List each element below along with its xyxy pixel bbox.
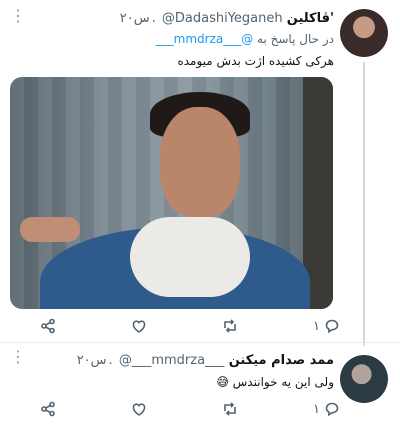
more-icon[interactable]: ⋮ bbox=[10, 347, 27, 366]
more-icon[interactable]: ⋮ bbox=[10, 6, 27, 25]
share-button[interactable] bbox=[40, 401, 56, 417]
like-icon bbox=[132, 320, 146, 333]
reply-icon bbox=[325, 319, 339, 334]
reply-icon bbox=[325, 402, 339, 417]
retweet-icon bbox=[224, 402, 236, 416]
reply-prefix: در حال پاسخ به bbox=[257, 32, 334, 46]
reply-mention[interactable]: @___mmdrza___ bbox=[156, 32, 254, 46]
retweet-icon bbox=[224, 319, 236, 333]
tweet-text: هرکی کشیده اژت بدش میومده bbox=[177, 54, 334, 68]
tweet-actions: ۱ bbox=[40, 318, 340, 334]
share-icon bbox=[41, 318, 55, 334]
tweet-media-image[interactable] bbox=[10, 77, 333, 309]
like-icon bbox=[132, 403, 146, 416]
tweet-actions: ۱ bbox=[40, 401, 340, 417]
reply-count: ۱ bbox=[313, 401, 320, 417]
retweet-button[interactable] bbox=[222, 318, 238, 334]
avatar[interactable] bbox=[340, 355, 388, 403]
like-button[interactable] bbox=[131, 401, 147, 417]
tweet-author-name[interactable]: ڤاکلین' bbox=[287, 11, 334, 26]
reply-context: در حال پاسخ به @___mmdrza___ bbox=[156, 32, 334, 46]
thread-line bbox=[363, 62, 365, 346]
tweet-text-content: ولی این یه خوانندس bbox=[232, 375, 334, 389]
avatar[interactable] bbox=[340, 9, 388, 57]
tweet-handle[interactable]: @DadashiYeganeh bbox=[162, 11, 283, 26]
like-button[interactable] bbox=[131, 318, 147, 334]
tweet-handle[interactable]: @___mmdrza___ bbox=[119, 353, 225, 368]
reply-count: ۱ bbox=[313, 318, 320, 334]
tweet-time[interactable]: ۲۰س bbox=[77, 353, 107, 368]
tweet-time[interactable]: ۲۰س bbox=[120, 11, 150, 26]
tweet-header: ۲۰س. @DadashiYeganeh ڤاکلین' bbox=[119, 11, 334, 26]
share-icon bbox=[41, 401, 55, 417]
reply-button[interactable]: ۱ bbox=[313, 401, 340, 417]
retweet-button[interactable] bbox=[222, 401, 238, 417]
tweet[interactable]: ⋮ ۲۰س. @___mmdrza___ ممد صدام میکنن ولی … bbox=[0, 342, 400, 426]
emoji: 😅 bbox=[216, 375, 229, 389]
tweet-text: ولی این یه خوانندس 😅 bbox=[216, 375, 334, 389]
reply-button[interactable]: ۱ bbox=[313, 318, 340, 334]
tweet-header: ۲۰س. @___mmdrza___ ممد صدام میکنن bbox=[76, 353, 334, 368]
share-button[interactable] bbox=[40, 318, 56, 334]
tweet[interactable]: ⋮ ۲۰س. @DadashiYeganeh ڤاکلین' در حال پا… bbox=[0, 0, 400, 346]
tweet-author-name[interactable]: ممد صدام میکنن bbox=[229, 353, 334, 368]
